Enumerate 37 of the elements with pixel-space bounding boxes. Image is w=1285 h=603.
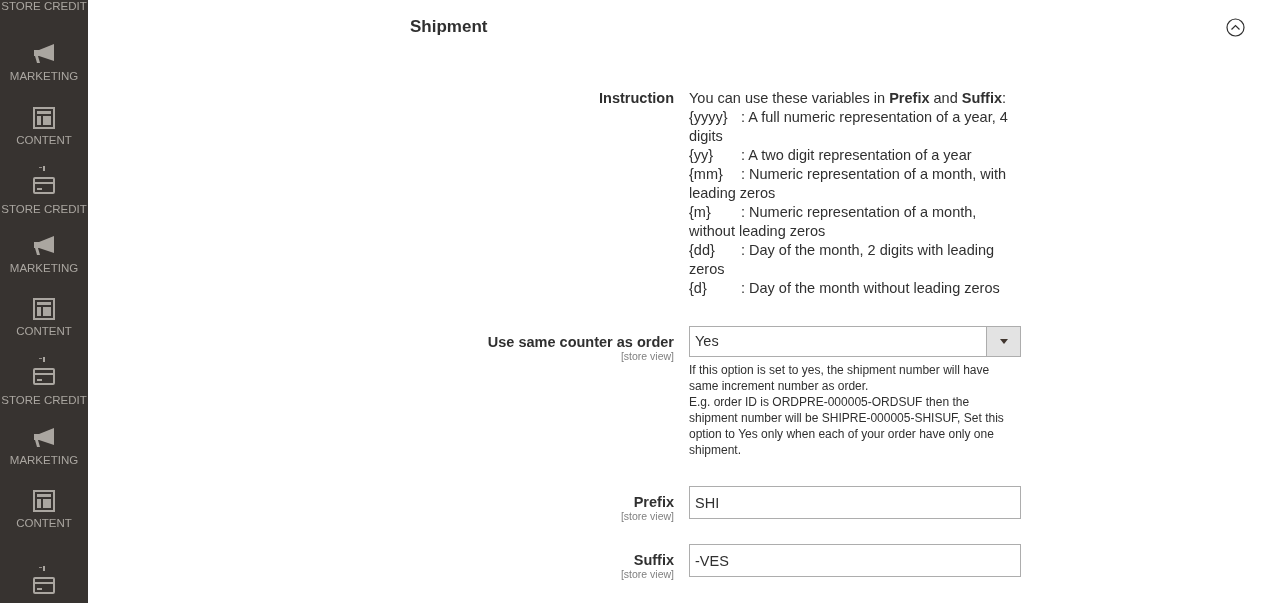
variable-line: {d} : Day of the month without leading zeros	[689, 279, 1001, 298]
nav-label[interactable]: STORE CREDIT	[1, 0, 87, 12]
section-title: Shipment	[410, 17, 488, 37]
scope-label: [store view]	[620, 510, 674, 522]
field-note: If this option is set to yes, the shipment number will have same increment number as order.	[689, 362, 991, 394]
caret-icon	[999, 339, 1008, 344]
megaphone-icon[interactable]	[32, 43, 56, 66]
megaphone-icon[interactable]	[32, 235, 56, 258]
nav-label[interactable]: MARKETING	[9, 262, 79, 275]
variable-line: {dd} : Day of the month, 2 digits with leading zeros	[689, 241, 996, 279]
field-label: Instruction	[599, 90, 674, 106]
field-label: Use same counter as order	[487, 334, 674, 350]
field-label: Suffix	[633, 552, 674, 568]
variable-line: {yyyy} : A full numeric representation of a year, 4 digits	[689, 108, 1009, 146]
text-field[interactable]: SHI	[689, 486, 1021, 519]
layout-icon[interactable]	[33, 298, 55, 321]
nav-label[interactable]: STORE CREDIT	[1, 394, 87, 407]
nav-label[interactable]: MARKETING	[9, 70, 79, 83]
layout-icon[interactable]	[33, 106, 55, 129]
nav-label[interactable]: CONTENT	[16, 517, 72, 530]
nav-label[interactable]: MARKETING	[9, 453, 79, 466]
variable-line: {yy} : A two digit representation of a year	[689, 146, 973, 165]
select-field[interactable]: Yes	[689, 326, 1021, 357]
nav-label[interactable]: STORE CREDIT	[1, 202, 87, 215]
field-note: E.g. order ID is ORDPRE-000005-ORDSUF then the shipment number will be SHIPRE-000005-SHISUF, Set this option to Yes only when each of your order have only one shipment.	[689, 394, 1005, 458]
scope-label: [store view]	[620, 568, 674, 580]
layout-icon[interactable]	[33, 490, 55, 513]
nav-label[interactable]: CONTENT	[16, 325, 72, 338]
instruction-text: You can use these variables in Prefix and Suffix:	[689, 89, 1008, 108]
megaphone-icon[interactable]	[32, 426, 56, 449]
nav-label[interactable]: CONTENT	[16, 133, 72, 146]
field-label: Prefix	[633, 494, 674, 510]
text-field[interactable]: -VES	[689, 544, 1021, 577]
scope-label: [store view]	[620, 350, 674, 362]
variable-line: {m} : Numeric representation of a month, without leading zeros	[689, 203, 978, 241]
collapse-icon[interactable]	[1226, 17, 1245, 37]
variable-line: {mm} : Numeric representation of a month, with leading zeros	[689, 165, 1008, 203]
